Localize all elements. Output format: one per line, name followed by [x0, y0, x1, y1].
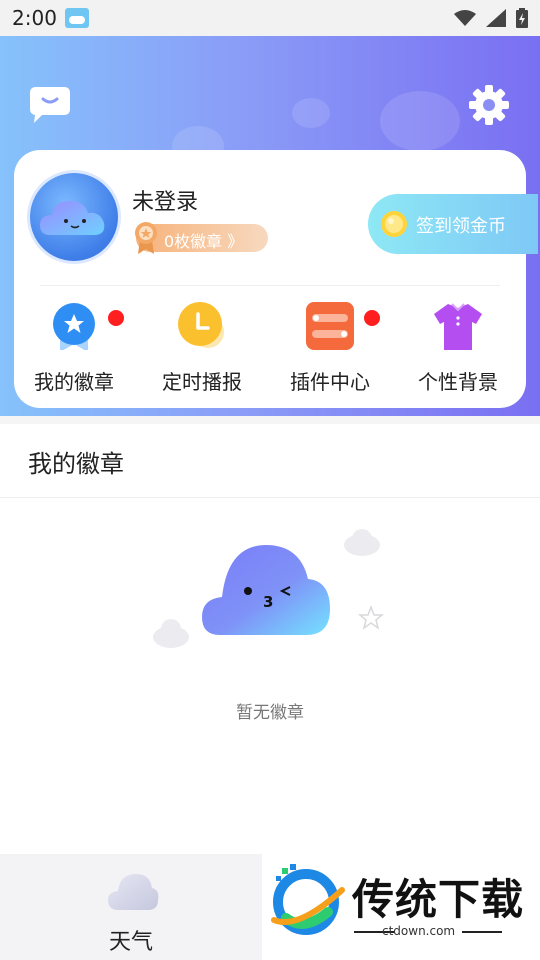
shirt-icon [434, 303, 482, 350]
brand-title: 传统下载 [352, 875, 525, 924]
feature-scheduled-broadcast[interactable]: 定时播报 [152, 302, 252, 402]
empty-state-text: 暂无徽章 [236, 703, 304, 723]
medal-icon [135, 222, 157, 254]
status-icons [454, 8, 528, 28]
status-bar: 2:00 [0, 0, 540, 36]
cloud-avatar-icon [40, 201, 105, 235]
bottom-nav: 天气 传统下载 ctdown.com [0, 854, 540, 960]
background-cloud [292, 98, 330, 128]
feature-custom-background[interactable]: 个性背景 [408, 302, 508, 402]
brand-url: ctdown.com [382, 924, 456, 938]
message-icon[interactable] [30, 87, 70, 123]
watermark-logo: 传统下载 ctdown.com [262, 854, 540, 960]
red-dot [108, 310, 124, 326]
status-time: 2:00 [12, 6, 57, 30]
coin-icon [381, 211, 407, 237]
cloud-icon [108, 874, 159, 910]
section-divider [0, 497, 540, 498]
username-label[interactable]: 未登录 [132, 184, 198, 216]
feature-label: 定时播报 [162, 370, 242, 394]
tab-weather[interactable]: 天气 [0, 854, 262, 960]
brand-line-right [462, 931, 502, 933]
red-dot [364, 310, 380, 326]
profile-screen: 2:00 未登录 0枚徽章 》 签到领金币 我的徽章 定时播报 插件中心 个性背… [0, 0, 540, 960]
feature-label: 插件中心 [290, 370, 370, 394]
battery-icon [516, 8, 528, 28]
section-title: 我的徽章 [28, 450, 124, 478]
signal-icon [486, 9, 506, 27]
clock-icon [178, 302, 224, 348]
brand-logo-icon [271, 864, 345, 935]
svg-text:3: 3 [263, 593, 273, 611]
badge-count-label: 0枚徽章 》 [164, 232, 244, 251]
plugin-icon [306, 302, 354, 350]
signin-label: 签到领金币 [416, 216, 506, 237]
section-gap [0, 416, 540, 424]
feature-plugin-center[interactable]: 插件中心 [280, 302, 380, 402]
feature-label: 我的徽章 [34, 370, 114, 394]
feature-label: 个性背景 [418, 370, 498, 394]
tab-weather-label: 天气 [108, 930, 153, 955]
avatar[interactable] [30, 173, 118, 261]
badge-count-pill[interactable]: 0枚徽章 》 [135, 222, 268, 254]
badge-icon [53, 303, 95, 350]
card-divider [40, 285, 500, 286]
feature-my-badges[interactable]: 我的徽章 [24, 302, 124, 402]
wifi-icon [454, 10, 476, 26]
empty-cloud-illustration: 3 [153, 529, 385, 648]
profile-card: 未登录 0枚徽章 》 签到领金币 我的徽章 定时播报 插件中心 个性背景 [14, 150, 538, 408]
weather-notification-icon [64, 8, 89, 28]
background-cloud [380, 91, 460, 151]
signin-button[interactable]: 签到领金币 [368, 194, 538, 254]
gear-icon[interactable] [469, 85, 509, 125]
